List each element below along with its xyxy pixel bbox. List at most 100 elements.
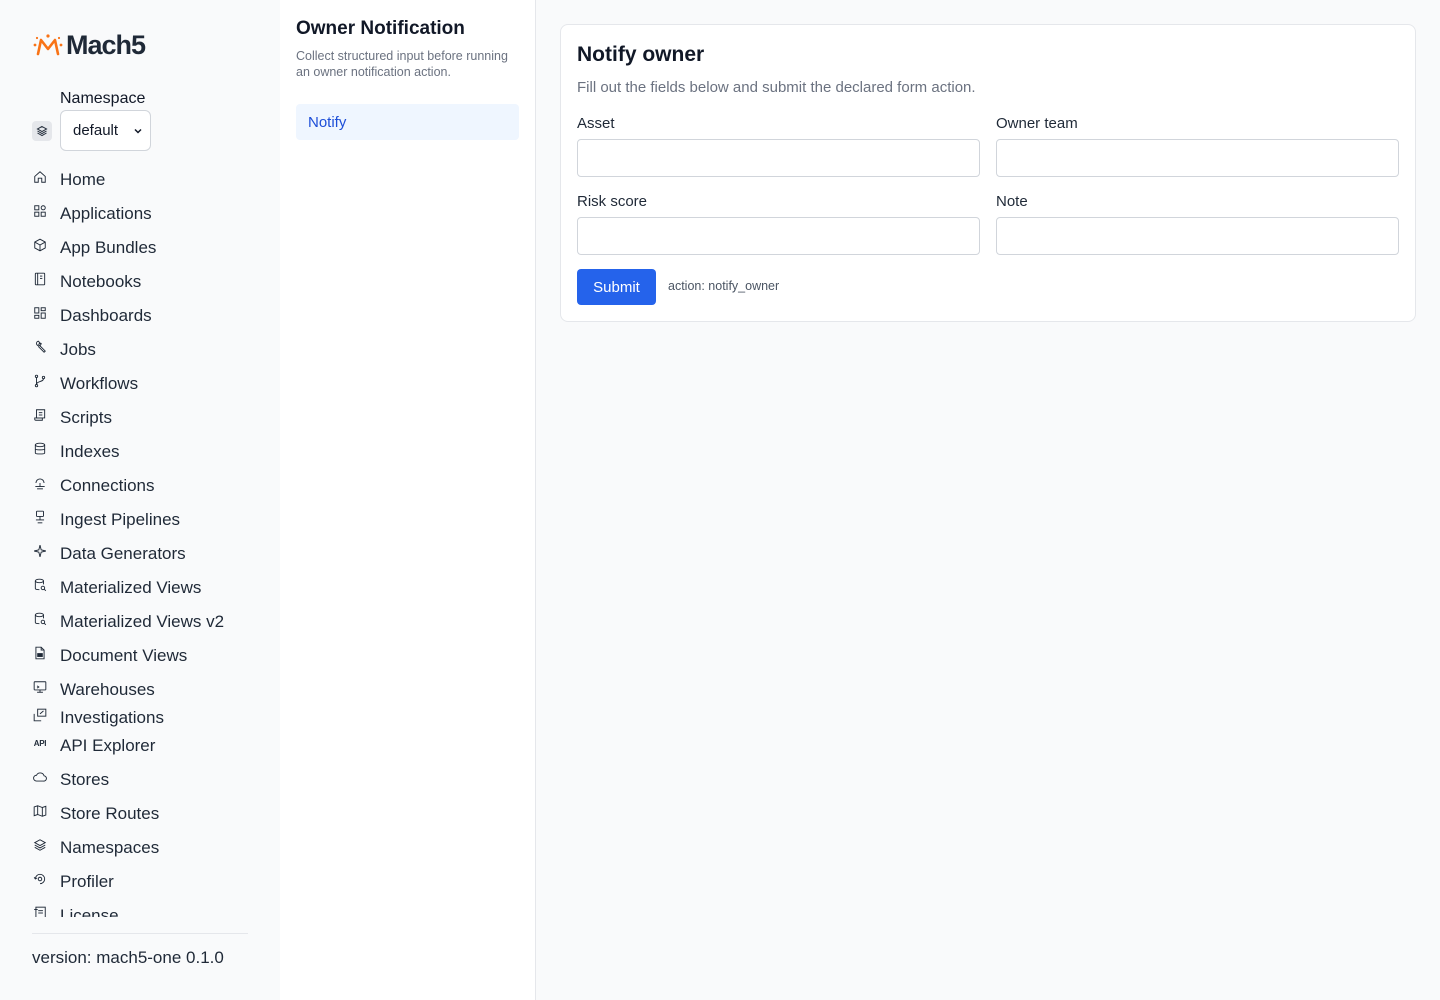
sidebar: Mach5 Namespace default Home Application… <box>0 0 280 1000</box>
sidebar-item-label: Namespaces <box>60 838 160 857</box>
sidebar-item-label: Connections <box>60 476 155 495</box>
sidebar-item-label: Document Views <box>60 646 188 665</box>
namespace-select[interactable]: default <box>60 110 151 151</box>
panel-description: Collect structured input before running … <box>296 49 508 79</box>
chevron-down-icon <box>134 128 142 134</box>
form-description: Fill out the fields below and submit the… <box>577 79 976 96</box>
sidebar-item-label: API Explorer <box>60 736 156 755</box>
sidebar-item-label: Home <box>60 170 106 189</box>
risk-score-input[interactable] <box>577 217 980 255</box>
package-icon <box>32 237 48 253</box>
layers-icon <box>32 120 52 141</box>
layers-icon <box>32 837 48 853</box>
notify-owner-form: Notify owner Fill out the fields below a… <box>560 24 1416 322</box>
sidebar-item-document-views[interactable]: Document Views <box>32 639 252 673</box>
action-name-text: action: notify_owner <box>668 279 780 293</box>
sidebar-item-data-generators[interactable]: Data Generators <box>32 537 252 571</box>
sidebar-item-label: Data Generators <box>60 544 186 563</box>
sidebar-item-home[interactable]: Home <box>32 163 252 197</box>
git-branch-icon <box>32 373 48 389</box>
sidebar-item-notebooks[interactable]: Notebooks <box>32 265 252 299</box>
panel-title: Owner Notification <box>296 18 465 39</box>
mach5-logo-icon <box>33 33 63 55</box>
sidebar-item-namespaces[interactable]: Namespaces <box>32 831 252 865</box>
sidebar-item-api-explorer[interactable]: API API Explorer <box>32 729 252 763</box>
sidebar-item-warehouses[interactable]: Warehouses <box>32 673 252 707</box>
owner-team-input[interactable] <box>996 139 1399 177</box>
risk-score-label: Risk score <box>577 193 648 210</box>
sidebar-item-label: Applications <box>60 204 152 223</box>
asset-label: Asset <box>577 115 615 132</box>
note-field-group: Note <box>996 193 1399 255</box>
logo[interactable]: Mach5 <box>32 30 146 61</box>
pipeline-icon <box>32 509 48 525</box>
sidebar-item-label: Jobs <box>60 340 96 359</box>
note-label: Note <box>996 193 1028 210</box>
sidebar-item-materialized-views-v2[interactable]: Materialized Views v2 <box>32 605 252 639</box>
sidebar-item-stores[interactable]: Stores <box>32 763 252 797</box>
license-icon <box>32 905 48 917</box>
sidebar-item-label: Scripts <box>60 408 112 427</box>
notebook-icon <box>32 271 48 287</box>
sidebar-item-label: Indexes <box>60 442 120 461</box>
sidebar-item-label: Notebooks <box>60 272 142 291</box>
investigation-icon <box>32 707 48 723</box>
submit-button[interactable]: Submit <box>577 269 656 305</box>
applications-icon <box>32 203 48 219</box>
sidebar-item-materialized-views[interactable]: Materialized Views <box>32 571 252 605</box>
sidebar-item-workflows[interactable]: Workflows <box>32 367 252 401</box>
sidebar-nav: Home Applications App Bundles Notebooks … <box>32 163 252 917</box>
logo-text: Mach5 <box>66 30 146 60</box>
sidebar-item-app-bundles[interactable]: App Bundles <box>32 231 252 265</box>
database-search-icon <box>32 611 48 627</box>
owner-team-field-group: Owner team <box>996 115 1399 177</box>
map-icon <box>32 803 48 819</box>
sidebar-item-label: Workflows <box>60 374 139 393</box>
sidebar-item-profiler[interactable]: Profiler <box>32 865 252 899</box>
version-text: version: mach5-one 0.1.0 <box>32 948 224 967</box>
wrench-icon <box>32 339 48 355</box>
monitor-icon <box>32 679 48 695</box>
database-search-icon <box>32 577 48 593</box>
sidebar-item-label: App Bundles <box>60 238 157 257</box>
asset-input[interactable] <box>577 139 980 177</box>
sidebar-item-connections[interactable]: Connections <box>32 469 252 503</box>
note-input[interactable] <box>996 217 1399 255</box>
api-icon: API <box>33 738 47 748</box>
sidebar-item-label: Profiler <box>60 872 114 891</box>
sidebar-item-investigations[interactable]: Investigations <box>32 707 252 729</box>
app-panel: Owner Notification Collect structured in… <box>280 0 536 1000</box>
profiler-icon <box>32 871 48 887</box>
sidebar-item-label: License <box>60 906 119 917</box>
sidebar-item-store-routes[interactable]: Store Routes <box>32 797 252 831</box>
sidebar-item-applications[interactable]: Applications <box>32 197 252 231</box>
script-icon <box>32 407 48 423</box>
connection-icon <box>32 475 48 491</box>
namespace-picker: Namespace default <box>32 90 151 151</box>
owner-team-label: Owner team <box>996 115 1078 132</box>
sidebar-item-label: Materialized Views v2 <box>60 612 225 631</box>
risk-score-field-group: Risk score <box>577 193 980 255</box>
file-icon <box>32 645 48 661</box>
asset-field-group: Asset <box>577 115 980 177</box>
sidebar-item-jobs[interactable]: Jobs <box>32 333 252 367</box>
home-icon <box>32 169 48 185</box>
sidebar-item-label: Investigations <box>60 708 164 727</box>
sidebar-item-scripts[interactable]: Scripts <box>32 401 252 435</box>
sidebar-item-license[interactable]: License <box>32 899 252 917</box>
sidebar-item-indexes[interactable]: Indexes <box>32 435 252 469</box>
sidebar-item-dashboards[interactable]: Dashboards <box>32 299 252 333</box>
namespace-label: Namespace <box>60 90 146 107</box>
panel-item-notify[interactable]: Notify <box>296 104 519 140</box>
sidebar-item-label: Stores <box>60 770 110 789</box>
sidebar-item-label: Materialized Views <box>60 578 202 597</box>
cloud-icon <box>32 769 48 785</box>
dashboard-icon <box>32 305 48 321</box>
database-icon <box>32 441 48 457</box>
sidebar-item-label: Store Routes <box>60 804 160 823</box>
sparkle-icon <box>32 543 48 559</box>
sidebar-item-label: Dashboards <box>60 306 152 325</box>
sidebar-item-ingest-pipelines[interactable]: Ingest Pipelines <box>32 503 252 537</box>
sidebar-item-label: Warehouses <box>60 680 155 699</box>
sidebar-divider <box>32 933 248 934</box>
